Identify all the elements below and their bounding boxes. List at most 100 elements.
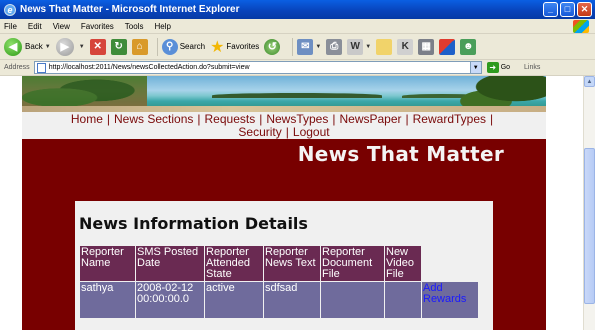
scroll-thumb[interactable] xyxy=(584,148,595,304)
nav-separator: | xyxy=(197,112,201,126)
folder-icon xyxy=(376,38,393,55)
toolbar: ◀ Back ▼ ▶ ▼ ✕ ↻ ⌂ ⚲ Search ★ Favorites … xyxy=(0,34,595,60)
favorites-button[interactable]: ★ Favorites xyxy=(210,37,259,57)
news-table: Reporter Name SMS Posted Date Reporter A… xyxy=(79,245,479,319)
messenger-icon: K xyxy=(397,38,414,55)
menu-favorites[interactable]: Favorites xyxy=(81,22,114,31)
nav-newstypes[interactable]: NewsTypes xyxy=(266,112,328,126)
discuss-button[interactable]: ☻ xyxy=(460,38,477,55)
nav-separator: | xyxy=(490,112,494,126)
go-button[interactable]: ➜ Go xyxy=(486,62,510,73)
forward-arrow-icon: ▶ xyxy=(55,37,74,56)
site-nav: Home | News Sections | Requests | NewsTypes | Ne… xyxy=(22,112,546,139)
cell-reporter-name: sathya xyxy=(80,282,135,318)
home-button[interactable]: ⌂ xyxy=(131,38,148,55)
forward-dropdown-icon[interactable]: ▼ xyxy=(79,44,85,50)
menu-edit[interactable]: Edit xyxy=(28,22,42,31)
browser-viewport: Home | News Sections | Requests | NewsTypes | Ne… xyxy=(0,76,583,330)
mail-icon: ✉ xyxy=(297,38,314,55)
search-button[interactable]: ⚲ Search xyxy=(161,38,206,55)
toolbar-separator xyxy=(156,37,158,56)
menu-tools[interactable]: Tools xyxy=(125,22,144,31)
column-header: Reporter Document File xyxy=(321,246,384,281)
address-bar: Address http://localhost:2011/News/newsC… xyxy=(0,60,595,76)
column-header: Reporter Attended State xyxy=(205,246,263,281)
edit-document-icon: W xyxy=(347,38,364,55)
news-details-panel: News Information Details Reporter Name S… xyxy=(75,201,493,330)
print-icon: ⎙ xyxy=(326,38,343,55)
maximize-button[interactable]: □ xyxy=(560,2,575,17)
history-icon: ↺ xyxy=(264,38,281,55)
column-header: SMS Posted Date xyxy=(136,246,204,281)
nav-separator: | xyxy=(106,112,110,126)
site-title: News That Matter xyxy=(297,142,504,166)
address-label: Address xyxy=(4,64,30,71)
print-button[interactable]: ⎙ xyxy=(326,38,343,55)
research-button[interactable]: ▦ xyxy=(418,38,435,55)
search-label: Search xyxy=(179,42,206,51)
people-icon: ☻ xyxy=(460,38,477,55)
nav-separator: | xyxy=(332,112,336,126)
search-icon: ⚲ xyxy=(161,38,178,55)
cell-news-text: sdfsad xyxy=(264,282,320,318)
messenger-button[interactable]: K xyxy=(397,38,414,55)
windows-logo-icon xyxy=(573,20,589,33)
folder-button[interactable] xyxy=(376,38,393,55)
toolbar-separator xyxy=(292,37,294,56)
site-container: Home | News Sections | Requests | NewsTypes | Ne… xyxy=(22,76,546,330)
address-dropdown-icon[interactable]: ▼ xyxy=(469,62,481,73)
menu-help[interactable]: Help xyxy=(154,22,170,31)
address-input[interactable]: http://localhost:2011/News/newsCollected… xyxy=(33,61,482,74)
cell-sms-posted-date: 2008-02-12 00:00:00.0 xyxy=(136,282,204,318)
table-header-row: Reporter Name SMS Posted Date Reporter A… xyxy=(80,246,478,281)
stop-button[interactable]: ✕ xyxy=(89,38,106,55)
column-header: Reporter Name xyxy=(80,246,135,281)
banner-island xyxy=(212,93,382,98)
page-icon xyxy=(36,62,46,73)
refresh-icon: ↻ xyxy=(110,38,127,55)
window-title: News That Matter - Microsoft Internet Ex… xyxy=(20,4,240,15)
menu-file[interactable]: File xyxy=(4,22,17,31)
cell-attended-state: active xyxy=(205,282,263,318)
nav-security[interactable]: Security xyxy=(238,125,281,139)
mail-dropdown-icon[interactable]: ▼ xyxy=(315,44,321,50)
history-button[interactable]: ↺ xyxy=(264,38,283,55)
cell-action: Add Rewards xyxy=(422,282,478,318)
column-header-empty xyxy=(422,246,478,281)
minimize-button[interactable]: _ xyxy=(543,2,558,17)
edit-dropdown-icon[interactable]: ▼ xyxy=(365,44,371,50)
nav-requests[interactable]: Requests xyxy=(205,112,256,126)
nav-rewardtypes[interactable]: RewardTypes xyxy=(413,112,486,126)
flag-button[interactable] xyxy=(439,38,456,55)
links-button[interactable]: Links xyxy=(524,64,540,71)
edit-button[interactable]: W ▼ xyxy=(347,38,371,55)
back-button[interactable]: ◀ Back ▼ xyxy=(4,37,51,56)
vertical-scrollbar[interactable]: ▲ xyxy=(583,76,595,330)
menu-view[interactable]: View xyxy=(53,22,70,31)
nav-home[interactable]: Home xyxy=(71,112,103,126)
close-button[interactable]: ✕ xyxy=(577,2,592,17)
table-row: sathya 2008-02-12 00:00:00.0 active sdfs… xyxy=(80,282,478,318)
window-title-bar: e News That Matter - Microsoft Internet … xyxy=(0,0,595,19)
nav-separator: | xyxy=(285,125,289,139)
mail-button[interactable]: ✉ ▼ xyxy=(297,38,321,55)
beach-banner-image xyxy=(22,76,546,112)
forward-button[interactable]: ▶ ▼ xyxy=(55,37,85,56)
scroll-up-arrow-icon[interactable]: ▲ xyxy=(584,76,595,87)
address-url[interactable]: http://localhost:2011/News/newsCollected… xyxy=(49,64,250,71)
column-header: New Video File xyxy=(385,246,421,281)
stop-icon: ✕ xyxy=(89,38,106,55)
internet-explorer-icon: e xyxy=(4,3,16,16)
home-icon: ⌂ xyxy=(131,38,148,55)
nav-separator: | xyxy=(405,112,409,126)
nav-logout[interactable]: Logout xyxy=(293,125,330,139)
column-header: Reporter News Text xyxy=(264,246,320,281)
nav-newspaper[interactable]: NewsPaper xyxy=(339,112,401,126)
add-rewards-link[interactable]: Add Rewards xyxy=(423,282,466,305)
back-label: Back xyxy=(25,42,43,51)
back-dropdown-icon[interactable]: ▼ xyxy=(45,44,51,50)
cell-document-file xyxy=(321,282,384,318)
flag-icon xyxy=(439,38,456,55)
nav-news-sections[interactable]: News Sections xyxy=(114,112,193,126)
refresh-button[interactable]: ↻ xyxy=(110,38,127,55)
